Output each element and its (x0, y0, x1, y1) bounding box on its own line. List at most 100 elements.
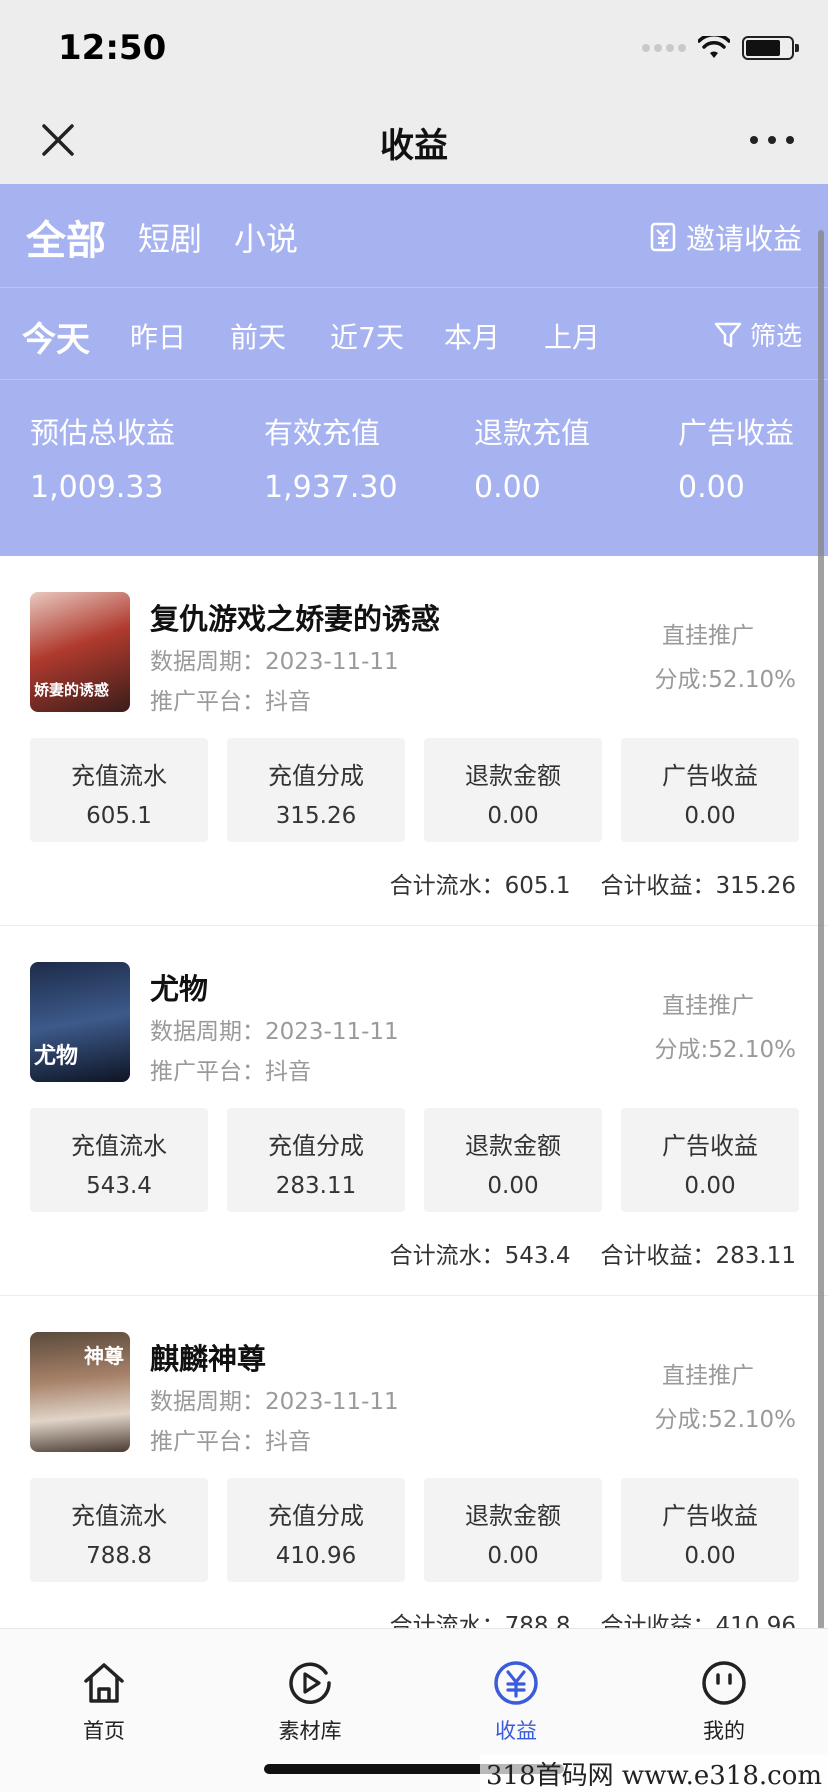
summary-ad-income: 广告收益 0.00 (678, 410, 794, 505)
stat-ad-income: 广告收益 0.00 (621, 1108, 799, 1212)
stat-value: 0.00 (487, 803, 539, 829)
promotion-platform: 推广平台：抖音 (150, 1059, 311, 1085)
tab-mine[interactable]: 我的 (664, 1659, 784, 1745)
stat-value: 0.00 (684, 803, 736, 829)
summary-value: 1,937.30 (264, 470, 398, 505)
date-tab-this-month[interactable]: 本月 (444, 316, 500, 356)
stat-recharge-flow: 充值流水 543.4 (30, 1108, 208, 1212)
wifi-icon (698, 36, 730, 58)
stat-value: 543.4 (86, 1173, 152, 1199)
tab-income-label: 收益 (495, 1719, 537, 1743)
stat-label: 充值流水 (71, 1132, 167, 1160)
promotion-platform: 推广平台：抖音 (150, 1429, 311, 1455)
summary-label: 预估总收益 (30, 416, 176, 450)
tab-novel[interactable]: 小说 (234, 214, 298, 260)
more-icon[interactable] (750, 122, 794, 158)
income-summary: 预估总收益 1,009.33 有效充值 1,937.30 退款充值 0.00 广… (0, 380, 828, 556)
category-tabs: 全部 短剧 小说 邀请收益 (0, 184, 828, 288)
poster-title-text: 尤物 (34, 1044, 79, 1069)
data-period: 数据周期：2023-11-11 (150, 1019, 399, 1045)
promotion-type: 直挂推广 (662, 623, 754, 649)
poster-title-text: 娇妻的诱惑 (34, 681, 110, 699)
stat-refund-amount: 退款金额 0.00 (424, 738, 602, 842)
drama-card[interactable]: 神尊 麒麟神尊 数据周期：2023-11-11 推广平台：抖音 直挂推广 分成:… (0, 1296, 828, 1666)
stat-value: 788.8 (86, 1543, 152, 1569)
stat-label: 退款金额 (465, 1132, 561, 1160)
date-tab-7days[interactable]: 近7天 (330, 316, 404, 356)
stat-recharge-share: 充值分成 283.11 (227, 1108, 405, 1212)
stat-label: 退款金额 (465, 1502, 561, 1530)
tab-material-library[interactable]: 素材库 (250, 1659, 370, 1745)
stat-label: 充值分成 (268, 1502, 364, 1530)
stat-value: 0.00 (684, 1543, 736, 1569)
stat-label: 退款金额 (465, 762, 561, 790)
stat-ad-income: 广告收益 0.00 (621, 1478, 799, 1582)
stat-value: 410.96 (275, 1543, 357, 1569)
summary-valid-recharge: 有效充值 1,937.30 (264, 410, 398, 505)
date-tab-yesterday[interactable]: 昨日 (130, 316, 186, 356)
drama-card[interactable]: 娇妻的诱惑 复仇游戏之娇妻的诱惑 数据周期：2023-11-11 推广平台：抖音… (0, 556, 828, 926)
date-tabs: 今天 昨日 前天 近7天 本月 上月 筛选 (0, 288, 828, 380)
scrollbar[interactable] (818, 230, 824, 1630)
tab-mine-label: 我的 (703, 1719, 745, 1743)
share-ratio: 分成:52.10% (654, 1037, 796, 1063)
tab-home[interactable]: 首页 (44, 1659, 164, 1745)
stat-label: 充值分成 (268, 1132, 364, 1160)
tab-material-library-label: 素材库 (278, 1719, 342, 1743)
stat-label: 广告收益 (662, 1502, 758, 1530)
stat-value: 315.26 (275, 803, 357, 829)
income-header: 全部 短剧 小说 邀请收益 今天 昨日 前天 近7天 本月 上月 筛选 预估总收… (0, 184, 828, 556)
summary-estimated-income: 预估总收益 1,009.33 (30, 410, 175, 505)
poster-image: 神尊 (30, 1332, 130, 1452)
stat-label: 广告收益 (662, 1132, 758, 1160)
promotion-platform: 推广平台：抖音 (150, 689, 311, 715)
tab-all[interactable]: 全部 (26, 208, 106, 266)
filter-label: 筛选 (749, 322, 802, 352)
status-icons (642, 36, 799, 60)
stat-value: 605.1 (86, 803, 152, 829)
share-ratio: 分成:52.10% (654, 1407, 796, 1433)
summary-refund-recharge: 退款充值 0.00 (474, 410, 590, 505)
summary-value: 1,009.33 (30, 470, 164, 505)
stat-refund-amount: 退款金额 0.00 (424, 1478, 602, 1582)
tab-home-label: 首页 (83, 1719, 125, 1743)
stat-value: 0.00 (487, 1173, 539, 1199)
filter-icon (714, 322, 742, 347)
promotion-type: 直挂推广 (662, 1363, 754, 1389)
invite-income-label: 邀请收益 (685, 222, 802, 256)
total-flow: 合计流水：543.4 (389, 1243, 571, 1269)
tab-income[interactable]: 收益 (456, 1659, 576, 1745)
poster-image: 娇妻的诱惑 (30, 592, 130, 712)
card-totals: 合计流水：605.1 合计收益：315.26 (390, 866, 796, 900)
drama-card[interactable]: 尤物 尤物 数据周期：2023-11-11 推广平台：抖音 直挂推广 分成:52… (0, 926, 828, 1296)
total-income: 合计收益：283.11 (600, 1243, 796, 1269)
data-period: 数据周期：2023-11-11 (150, 649, 399, 675)
stat-label: 充值分成 (268, 762, 364, 790)
signal-icon (642, 44, 686, 52)
home-icon (84, 1663, 124, 1703)
date-tab-day-before[interactable]: 前天 (230, 316, 286, 356)
data-period: 数据周期：2023-11-11 (150, 1389, 399, 1415)
stat-recharge-flow: 充值流水 788.8 (30, 1478, 208, 1582)
stat-label: 广告收益 (662, 762, 758, 790)
stat-refund-amount: 退款金额 0.00 (424, 1108, 602, 1212)
face-icon (702, 1661, 746, 1705)
stat-recharge-share: 充值分成 315.26 (227, 738, 405, 842)
invite-icon (650, 222, 676, 252)
filter-button[interactable]: 筛选 (714, 316, 802, 353)
promotion-type: 直挂推广 (662, 993, 754, 1019)
total-income: 合计收益：315.26 (600, 873, 796, 899)
tab-short-drama[interactable]: 短剧 (138, 214, 202, 260)
drama-title: 复仇游戏之娇妻的诱惑 (150, 602, 441, 636)
stat-recharge-flow: 充值流水 605.1 (30, 738, 208, 842)
date-tab-today[interactable]: 今天 (22, 312, 90, 361)
watermark: 318首码网 www.e318.com (480, 1755, 828, 1792)
play-circle-icon (289, 1662, 331, 1704)
date-tab-last-month[interactable]: 上月 (544, 316, 600, 356)
stat-label: 充值流水 (71, 762, 167, 790)
stat-recharge-share: 充值分成 410.96 (227, 1478, 405, 1582)
status-bar: 12:50 (0, 0, 828, 100)
summary-value: 0.00 (678, 470, 745, 505)
stat-label: 充值流水 (71, 1502, 167, 1530)
invite-income-button[interactable]: 邀请收益 (650, 216, 802, 258)
